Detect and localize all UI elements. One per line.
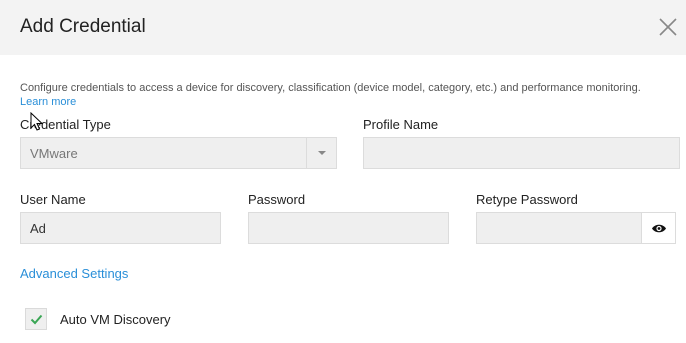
- profile-name-label: Profile Name: [363, 117, 439, 132]
- show-password-button[interactable]: [641, 213, 675, 243]
- advanced-settings-link[interactable]: Advanced Settings: [20, 266, 128, 281]
- dialog-title: Add Credential: [20, 16, 146, 37]
- learn-more-link[interactable]: Learn more: [20, 96, 76, 108]
- dialog-header: Add Credential: [0, 0, 686, 55]
- password-input[interactable]: [248, 212, 449, 244]
- user-name-input[interactable]: Ad: [20, 212, 221, 244]
- dialog-description: Configure credentials to access a device…: [20, 82, 641, 94]
- auto-vm-discovery-checkbox[interactable]: [25, 308, 47, 330]
- user-name-label: User Name: [20, 192, 86, 207]
- credential-type-select[interactable]: VMware: [20, 137, 337, 169]
- retype-password-input[interactable]: [476, 212, 676, 244]
- retype-password-label: Retype Password: [476, 192, 578, 207]
- mouse-pointer-icon: [30, 112, 44, 131]
- dropdown-toggle[interactable]: [306, 138, 336, 168]
- eye-icon: [651, 224, 666, 232]
- check-icon: [30, 314, 42, 324]
- password-label: Password: [248, 192, 306, 207]
- auto-vm-discovery-label: Auto VM Discovery: [60, 312, 171, 327]
- credential-type-value: VMware: [30, 145, 78, 161]
- chevron-down-icon: [317, 151, 326, 155]
- profile-name-input[interactable]: [363, 137, 680, 169]
- close-button[interactable]: [657, 16, 679, 38]
- close-icon: [659, 18, 677, 36]
